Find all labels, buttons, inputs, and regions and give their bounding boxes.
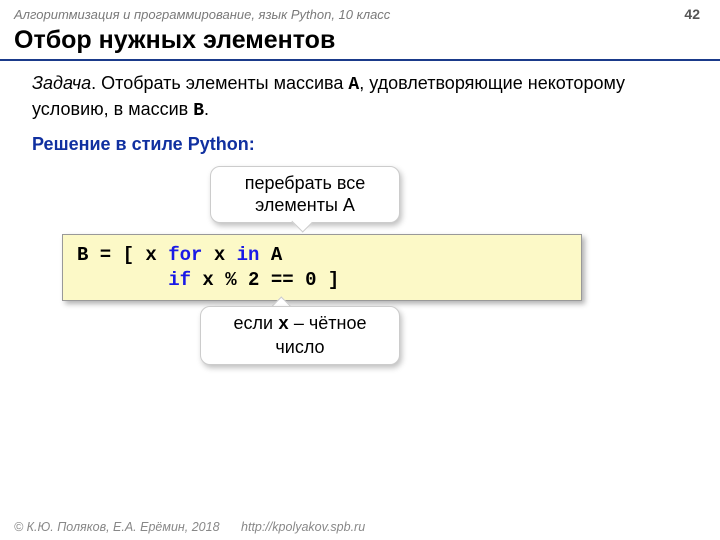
slide-title: Отбор нужных элементов (0, 24, 720, 61)
copyright: © К.Ю. Поляков, Е.А. Ерёмин, 2018 (14, 520, 220, 534)
page-number: 42 (684, 6, 700, 22)
callout-iterate-line2: элементы A (229, 195, 381, 217)
callout-condition-line1: если x – чётное (219, 313, 381, 337)
callout-condition: если x – чётное число (200, 306, 400, 365)
solution-label: Решение в стиле Python: (0, 124, 720, 165)
callout-iterate-line1: перебрать все (229, 173, 381, 195)
footer-link: http://kpolyakov.spb.ru (241, 520, 365, 534)
callout-condition-line2: число (219, 337, 381, 359)
code-block: B = [ x for x in A if x % 2 == 0 ] (62, 234, 582, 301)
task-label: Задача (32, 73, 91, 93)
task-text: Задача. Отобрать элементы массива A, удо… (0, 71, 720, 124)
slide-header: Алгоритмизация и программирование, язык … (0, 0, 720, 24)
subject-line: Алгоритмизация и программирование, язык … (14, 7, 390, 22)
slide-footer: © К.Ю. Поляков, Е.А. Ерёмин, 2018 http:/… (14, 520, 365, 534)
